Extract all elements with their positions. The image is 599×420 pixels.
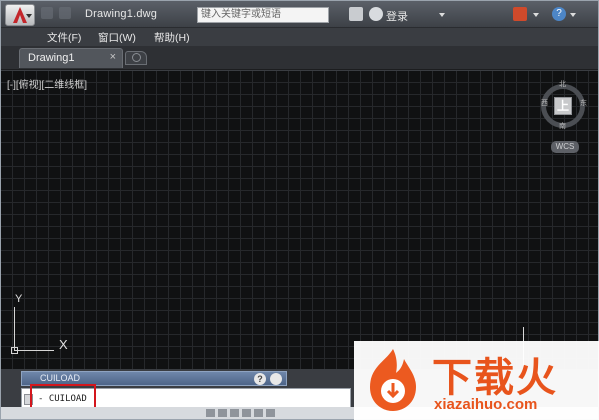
help-icon[interactable]: ? [254, 373, 266, 385]
compass-north[interactable]: 北 [559, 79, 566, 89]
ucs-x-label: X [59, 337, 68, 352]
quick-access-toolbar [41, 7, 71, 19]
file-tab-bar: Drawing1 × [1, 46, 598, 70]
help-icon[interactable]: ? [552, 7, 566, 21]
watermark-cn: 下载火 [432, 355, 558, 401]
compass-south[interactable]: 南 [559, 121, 566, 131]
viewport-controls[interactable]: [-][俯视][二维线框] [7, 76, 87, 91]
tab-label: Drawing1 [28, 52, 75, 64]
chevron-down-icon[interactable] [439, 13, 445, 17]
exchange-icon[interactable] [513, 7, 527, 21]
chevron-down-icon[interactable] [570, 13, 576, 17]
settings-icon[interactable] [270, 373, 282, 385]
status-icon[interactable] [218, 409, 227, 417]
new-tab-button[interactable] [125, 51, 147, 65]
tab-drawing1[interactable]: Drawing1 × [19, 48, 123, 68]
user-icon[interactable] [369, 7, 383, 21]
plus-icon [132, 53, 141, 62]
chevron-down-icon[interactable] [533, 13, 539, 17]
open-icon[interactable] [59, 7, 71, 19]
login-link[interactable]: 登录 [386, 8, 408, 24]
status-icon[interactable] [266, 409, 275, 417]
menu-file[interactable]: 文件(F) [47, 30, 81, 45]
drawing-canvas[interactable]: [-][俯视][二维线框] 上 北 南 西 东 WCS Y X [1, 71, 598, 369]
ucs-x-axis [14, 350, 54, 351]
wcs-menu-button[interactable]: WCS [551, 141, 579, 153]
chevron-down-icon [26, 14, 32, 18]
ucs-y-axis [14, 307, 15, 351]
application-menu-button[interactable] [5, 4, 35, 26]
status-icon[interactable] [242, 409, 251, 417]
watermark-logo: 下载火 xiazaihuo.com [354, 341, 599, 420]
menu-bar: 文件(F) 窗口(W) 帮助(H) [1, 28, 598, 46]
ucs-y-label: Y [15, 293, 23, 305]
status-icon[interactable] [254, 409, 263, 417]
menu-window[interactable]: 窗口(W) [98, 30, 136, 45]
compass-east[interactable]: 东 [580, 98, 587, 108]
status-icon[interactable] [230, 409, 239, 417]
compass-west[interactable]: 西 [541, 98, 548, 108]
viewcube[interactable]: 上 北 南 西 东 [541, 79, 587, 131]
close-icon[interactable]: × [110, 51, 116, 63]
title-bar: Drawing1.dwg 键入关键字或短语 登录 ? [1, 1, 598, 28]
autocad-window: Drawing1.dwg 键入关键字或短语 登录 ? 文件(F) 窗口(W) 帮… [0, 0, 599, 420]
flame-logo-icon [370, 349, 416, 411]
watermark-en: xiazaihuo.com [434, 396, 538, 413]
new-icon[interactable] [41, 7, 53, 19]
menu-help[interactable]: 帮助(H) [154, 30, 190, 45]
status-icon[interactable] [206, 409, 215, 417]
ucs-origin-icon [11, 347, 18, 354]
search-input[interactable]: 键入关键字或短语 [197, 7, 329, 23]
window-title: Drawing1.dwg [85, 8, 158, 20]
viewcube-top-face[interactable]: 上 [554, 97, 572, 115]
command-history-text: CUILOAD [40, 373, 81, 383]
binoculars-icon[interactable] [349, 7, 363, 21]
